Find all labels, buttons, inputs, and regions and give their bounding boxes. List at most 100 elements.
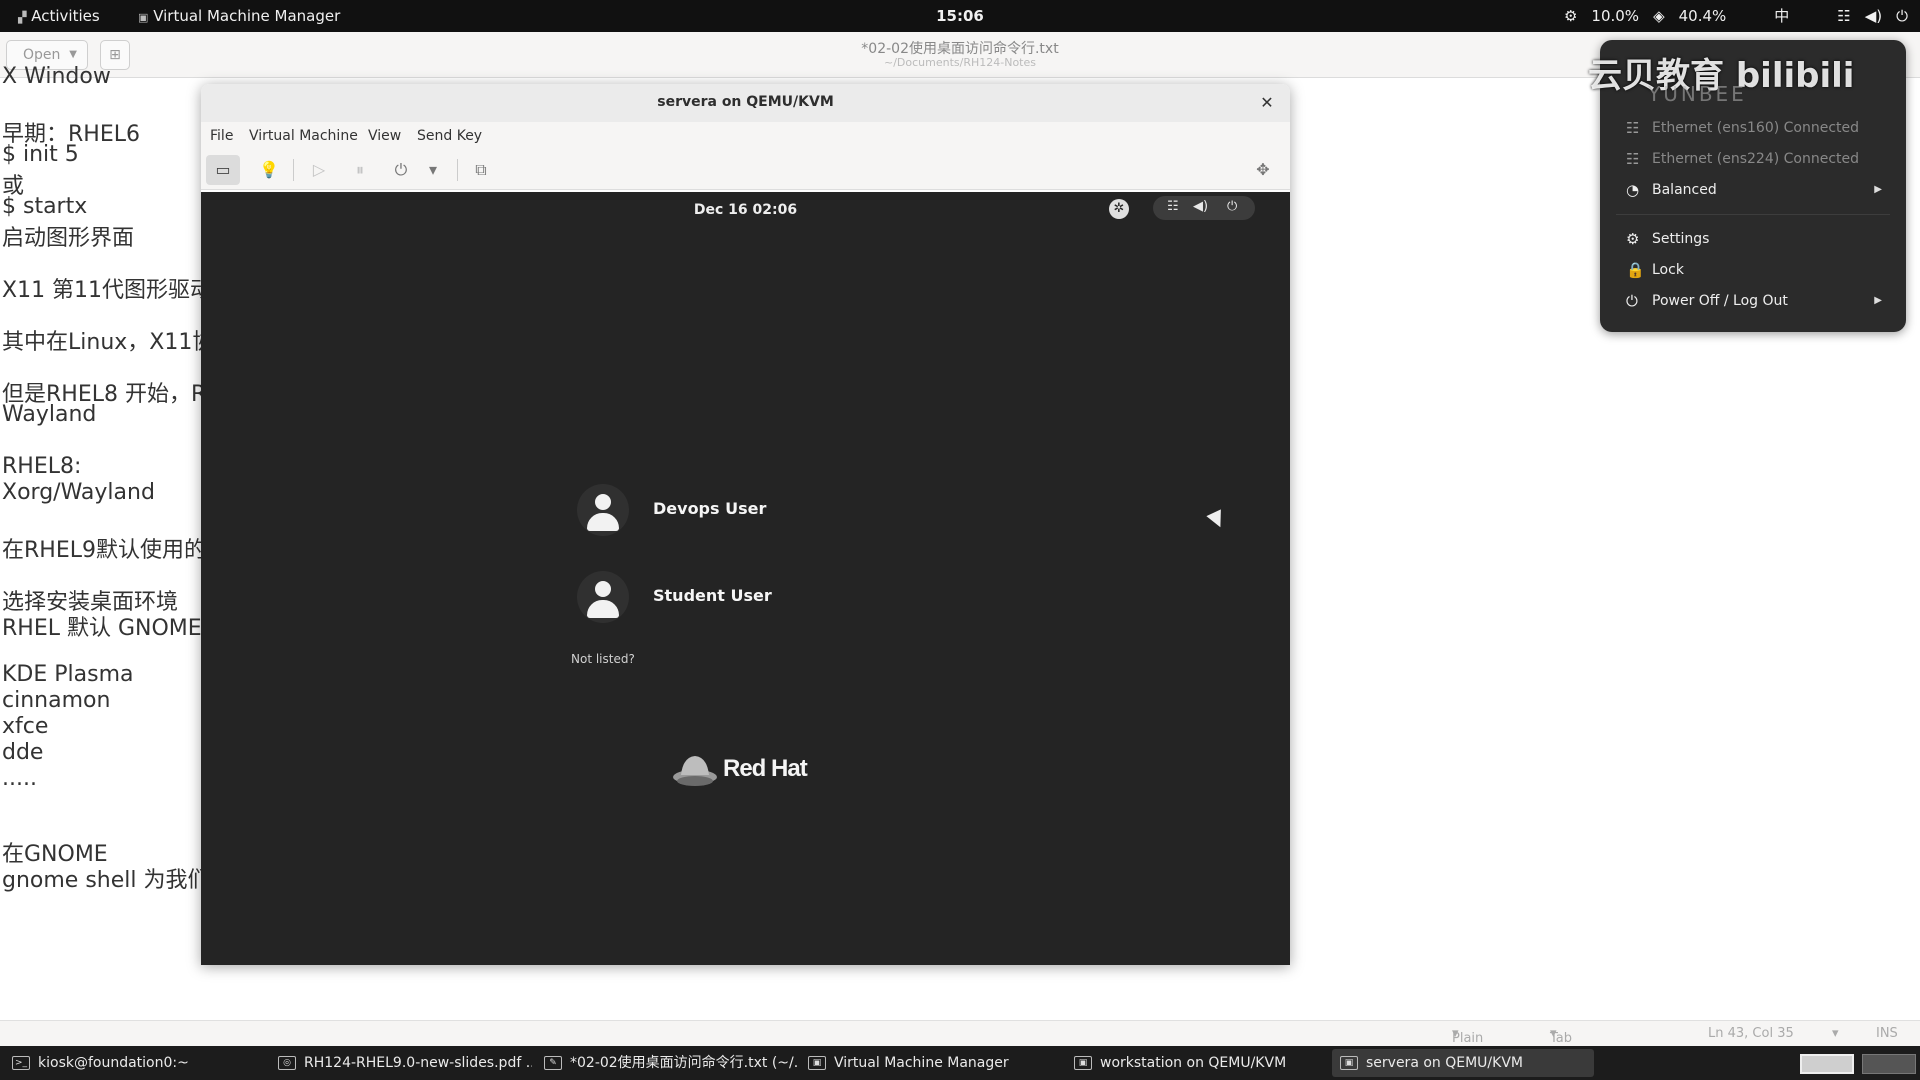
volume-icon: ◀) xyxy=(1193,199,1209,214)
activities-button[interactable]: ▞ Activities xyxy=(18,0,100,32)
vm-titlebar[interactable]: servera on QEMU/KVM ✕ xyxy=(201,84,1290,122)
chevron-right-icon: ▶ xyxy=(1874,295,1882,306)
network-icon: ☷ xyxy=(1837,7,1851,25)
power-off-label: Power Off / Log Out xyxy=(1652,293,1788,309)
power-profile-icon: ◔ xyxy=(1626,181,1640,199)
vm-menubar: File Virtual Machine View Send Key xyxy=(201,122,1290,150)
editor-line: X11 第11代图形驱动协 xyxy=(2,278,235,303)
power-icon: ⏻ xyxy=(1626,292,1638,310)
editor-line: $ init 5 xyxy=(2,142,79,167)
lock-label: Lock xyxy=(1652,262,1684,278)
pause-icon: ⏸ xyxy=(355,160,364,179)
not-listed-link[interactable]: Not listed? xyxy=(571,652,635,666)
workspace-1[interactable] xyxy=(1800,1054,1854,1074)
task-servera-console[interactable]: ▣ servera on QEMU/KVM xyxy=(1332,1049,1594,1077)
watermark: 云贝教育 bilibili YUNBEE xyxy=(1588,42,1918,112)
shutdown-menu-button[interactable]: ▾ xyxy=(416,155,450,185)
close-icon[interactable]: ✕ xyxy=(1256,92,1278,114)
task-workstation-console[interactable]: ▣ workstation on QEMU/KVM xyxy=(1066,1049,1328,1077)
toolbar-separator xyxy=(293,159,294,181)
power-mode-label: Balanced xyxy=(1652,182,1717,198)
vm-manager-icon: ▣ xyxy=(138,11,149,24)
menu-view[interactable]: View xyxy=(368,128,401,144)
monitor-icon: ▭ xyxy=(215,160,231,179)
task-label: *02-02使用桌面访问命令行.txt (~/... xyxy=(570,1055,798,1071)
tab-width-selector[interactable]: Tab Width: 8 ▾ xyxy=(1550,1026,1592,1076)
menu-file[interactable]: File xyxy=(210,128,233,144)
chevron-down-icon: ▾ xyxy=(428,160,438,179)
vm-manager-icon: ▣ xyxy=(1074,1056,1092,1070)
power-icon: ⏻ xyxy=(1896,7,1908,25)
ethernet-ens224-item[interactable]: ☷ Ethernet (ens224) Connected xyxy=(1616,145,1890,173)
vm-window-title: servera on QEMU/KVM xyxy=(657,94,834,110)
lock-icon: 🔒 xyxy=(1626,261,1645,279)
app-menu[interactable]: ▣ Virtual Machine Manager xyxy=(138,0,340,32)
text-editor-icon: ✎ xyxy=(544,1056,562,1070)
settings-item[interactable]: ⚙ Settings xyxy=(1616,225,1890,253)
guest-system-menu[interactable]: ☷ ◀) ⏻ xyxy=(1153,196,1255,220)
redhat-wordmark: Red Hat xyxy=(723,755,808,782)
menu-virtual-machine[interactable]: Virtual Machine xyxy=(249,128,358,144)
vm-toolbar: ▭ 💡 ▷ ⏸ ⏻ ▾ ⧉ ✥ xyxy=(201,150,1290,190)
ethernet-ens160-item[interactable]: ☷ Ethernet (ens160) Connected xyxy=(1616,114,1890,142)
pause-button[interactable]: ⏸ xyxy=(343,155,377,185)
activities-label: Activities xyxy=(31,7,100,25)
vm-manager-icon: ▣ xyxy=(808,1056,826,1070)
editor-title: *02-02使用桌面访问命令行.txt xyxy=(861,41,1059,57)
activities-icon: ▞ xyxy=(18,11,27,24)
shutdown-button[interactable]: ⏻ xyxy=(384,155,418,185)
editor-line: 启动图形界面 xyxy=(2,226,135,251)
run-button[interactable]: ▷ xyxy=(302,155,336,185)
power-mode-item[interactable]: ◔ Balanced ▶ xyxy=(1616,176,1890,204)
ethernet-ens224-label: Ethernet (ens224) Connected xyxy=(1652,151,1860,167)
network-wired-icon: ☷ xyxy=(1626,119,1640,137)
task-label: Virtual Machine Manager xyxy=(834,1055,1009,1071)
fullscreen-button[interactable]: ✥ xyxy=(1246,155,1280,185)
workspace-2[interactable] xyxy=(1862,1054,1916,1074)
chevron-down-icon[interactable]: ▾ xyxy=(1832,1026,1839,1041)
details-view-button[interactable]: 💡 xyxy=(252,155,286,185)
editor-line: Xorg/Wayland xyxy=(2,480,155,505)
lock-item[interactable]: 🔒 Lock xyxy=(1616,256,1890,284)
app-menu-label: Virtual Machine Manager xyxy=(153,7,341,25)
volume-icon: ◀) xyxy=(1864,7,1883,25)
vm-console-window: servera on QEMU/KVM ✕ File Virtual Machi… xyxy=(201,84,1290,965)
insert-mode: INS xyxy=(1876,1026,1898,1041)
top-bar: ▞ Activities ▣ Virtual Machine Manager 1… xyxy=(0,0,1920,32)
redhat-logo: Red Hat xyxy=(671,747,831,791)
terminal-icon: >_ xyxy=(12,1056,30,1070)
editor-line: dde xyxy=(2,740,44,765)
task-pdf-viewer[interactable]: ◎ RH124-RHEL9.0-new-slides.pdf ... xyxy=(270,1049,532,1077)
new-document-icon: ⊞ xyxy=(109,47,121,63)
menu-separator xyxy=(1616,214,1890,215)
task-terminal[interactable]: >_ kiosk@foundation0:~ xyxy=(4,1049,268,1077)
redhat-hat-icon xyxy=(673,756,717,786)
task-vm-manager[interactable]: ▣ Virtual Machine Manager xyxy=(800,1049,1062,1077)
task-text-editor[interactable]: ✎ *02-02使用桌面访问命令行.txt (~/... xyxy=(536,1049,798,1077)
accessibility-icon[interactable]: ✲ xyxy=(1109,199,1129,219)
editor-line: KDE Plasma xyxy=(2,662,134,687)
editor-line: X Window xyxy=(2,64,111,89)
editor-line: RHEL8: xyxy=(2,454,82,479)
lightbulb-icon: 💡 xyxy=(259,160,279,179)
mouse-cursor-icon xyxy=(1206,509,1228,531)
editor-subtitle: ~/Documents/RH124-Notes xyxy=(884,56,1036,69)
memory-usage: 40.4% xyxy=(1678,7,1727,25)
input-method[interactable]: 中 xyxy=(1774,0,1789,32)
power-off-item[interactable]: ⏻ Power Off / Log Out ▶ xyxy=(1616,287,1890,315)
network-wired-icon: ☷ xyxy=(1626,150,1640,168)
power-icon: ⏻ xyxy=(394,160,408,179)
menu-send-key[interactable]: Send Key xyxy=(417,128,482,144)
task-label: servera on QEMU/KVM xyxy=(1366,1055,1523,1071)
syntax-selector[interactable]: Plain Text ▾ xyxy=(1452,1026,1483,1061)
system-tray[interactable]: ⚙ 10.0% ◈ 40.4% 中 ☷ ◀) ⏻ xyxy=(1564,0,1908,32)
guest-display[interactable]: Dec 16 02:06 ✲ ☷ ◀) ⏻ Devops User Studen… xyxy=(201,192,1290,965)
chevron-right-icon: ▶ xyxy=(1874,184,1882,195)
console-view-button[interactable]: ▭ xyxy=(206,155,240,185)
editor-line: xfce xyxy=(2,714,49,739)
task-label: workstation on QEMU/KVM xyxy=(1100,1055,1287,1071)
cursor-position: Ln 43, Col 35 xyxy=(1708,1026,1794,1041)
snapshot-icon: ⧉ xyxy=(475,160,487,179)
snapshots-button[interactable]: ⧉ xyxy=(464,155,498,185)
open-button-label: Open xyxy=(23,47,61,63)
